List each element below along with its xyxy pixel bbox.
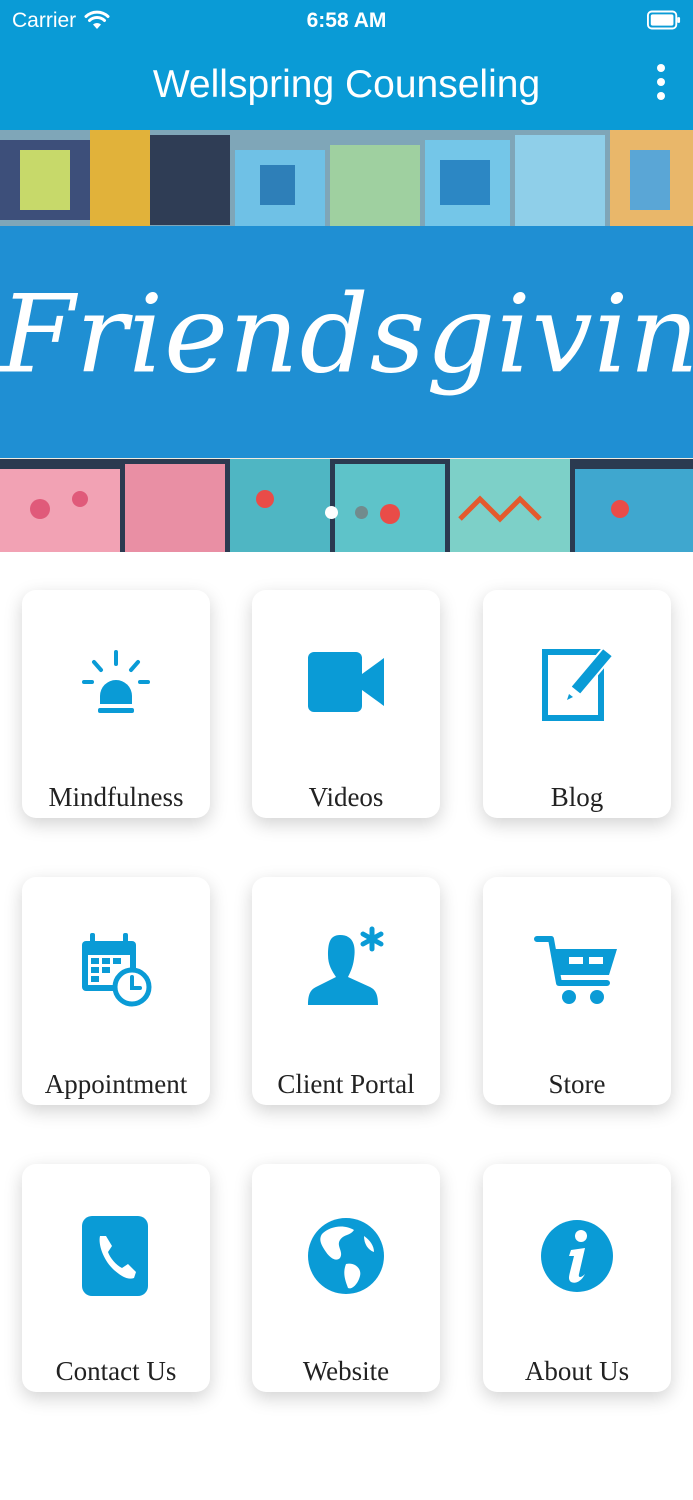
tile-about-us[interactable]: About Us [483, 1164, 671, 1392]
tile-label: Videos [308, 782, 384, 812]
tile-label: Mindfulness [48, 782, 184, 812]
tile-label: Contact Us [55, 1356, 177, 1386]
tile-client-portal[interactable]: Client Portal [252, 877, 440, 1105]
globe-icon [252, 1212, 440, 1304]
tile-label: Website [302, 1356, 390, 1386]
shopping-cart-icon [483, 925, 671, 1017]
edit-note-icon [483, 638, 671, 730]
tile-appointment[interactable]: Appointment [22, 877, 210, 1105]
alarm-light-icon [22, 638, 210, 730]
tile-label: Store [548, 1069, 606, 1099]
banner-title: Friendsgiving [0, 272, 693, 398]
tile-label: About Us [524, 1356, 630, 1386]
banner-carousel[interactable]: Friendsgiving [0, 130, 693, 552]
clock: 6:58 AM [306, 9, 387, 32]
tile-mindfulness[interactable]: Mindfulness [22, 590, 210, 818]
tile-contact-us[interactable]: Contact Us [22, 1164, 210, 1392]
tile-label: Appointment [44, 1069, 188, 1099]
banner-mosaic-top [0, 130, 693, 226]
page-title: Wellspring Counseling [152, 63, 541, 106]
calendar-clock-icon [22, 925, 210, 1017]
battery-icon [647, 10, 681, 30]
status-bar: Carrier 6:58 AM [0, 0, 693, 44]
carousel-dot-1[interactable] [325, 506, 338, 519]
tile-store[interactable]: Store [483, 877, 671, 1105]
tile-website[interactable]: Website [252, 1164, 440, 1392]
info-icon [483, 1212, 671, 1304]
tile-label: Client Portal [277, 1069, 415, 1099]
tile-blog[interactable]: Blog [483, 590, 671, 818]
phone-icon [22, 1212, 210, 1304]
banner-mosaic-bottom [0, 459, 693, 552]
tile-label: Blog [550, 782, 604, 812]
tile-videos[interactable]: Videos [252, 590, 440, 818]
carousel-indicator [323, 506, 373, 520]
video-camera-icon [252, 638, 440, 730]
top-bar: Carrier 6:58 AM Wellspring Counseling [0, 0, 693, 130]
more-menu-icon[interactable] [655, 62, 667, 102]
carousel-dot-2[interactable] [355, 506, 368, 519]
user-asterisk-icon [252, 925, 440, 1017]
